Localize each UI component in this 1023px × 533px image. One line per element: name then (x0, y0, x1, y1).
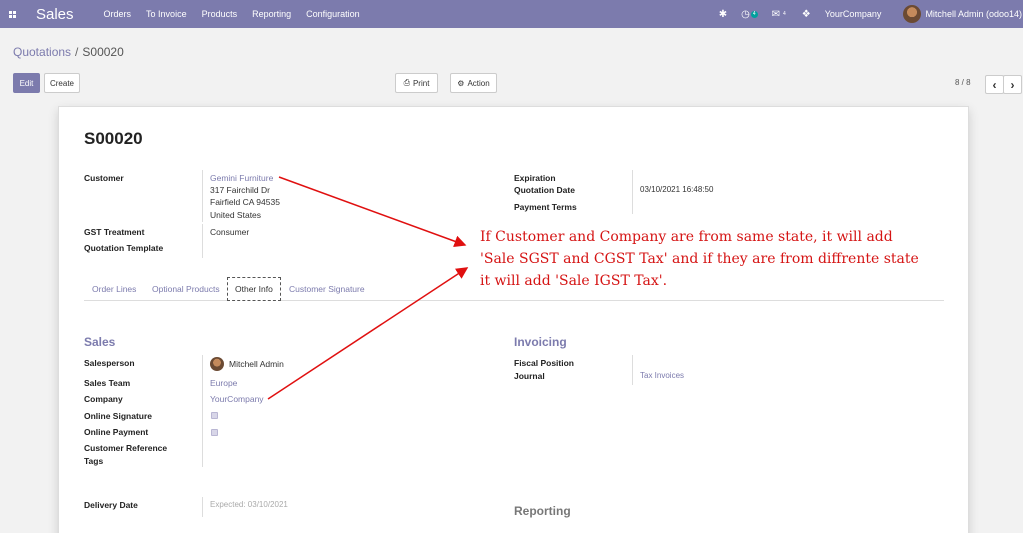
form-sheet: S00020 Customer Gemini Furniture 317 Fai… (58, 106, 969, 533)
annotation-text: If Customer and Company are from same st… (480, 226, 919, 292)
sales-team-label: Sales Team (84, 378, 131, 388)
sales-section-title: Sales (84, 335, 116, 349)
salesperson-avatar (210, 357, 224, 371)
delivery-date-label: Delivery Date (84, 500, 138, 510)
breadcrumb: Quotations / S00020 (13, 45, 124, 59)
gift-icon[interactable]: ❖ (802, 9, 811, 20)
quotation-date-value: 03/10/2021 16:48:50 (640, 185, 714, 194)
print-button[interactable]: ⎙ Print (395, 73, 438, 93)
salesperson-label: Salesperson (84, 358, 135, 368)
apps-menu-icon[interactable] (1, 0, 23, 28)
online-signature-label: Online Signature (84, 411, 153, 421)
payment-terms-label: Payment Terms (514, 202, 577, 212)
pager-value[interactable]: 8 / 8 (955, 78, 971, 87)
message-count-badge: 4 (782, 10, 786, 17)
fiscal-position-label: Fiscal Position (514, 358, 574, 368)
invoicing-section-title: Invoicing (514, 335, 567, 349)
tab-other-info[interactable]: Other Info (227, 277, 281, 301)
quotation-date-label: Quotation Date (514, 185, 575, 195)
field-divider (632, 355, 633, 385)
journal-link[interactable]: Tax Invoices (640, 371, 684, 380)
menu-configuration[interactable]: Configuration (306, 9, 360, 19)
menu-to-invoice[interactable]: To Invoice (146, 9, 187, 19)
customer-address-line: United States (210, 210, 262, 220)
field-divider (202, 355, 203, 467)
app-brand[interactable]: Sales (36, 6, 74, 23)
tab-order-lines[interactable]: Order Lines (92, 284, 136, 294)
print-label: Print (412, 78, 430, 88)
tags-label: Tags (84, 456, 104, 466)
gst-treatment-label: GST Treatment (84, 227, 145, 237)
menu-reporting[interactable]: Reporting (252, 9, 291, 19)
record-title: S00020 (84, 129, 143, 148)
pager-previous-button[interactable]: ‹ (985, 75, 1004, 94)
salesperson-field[interactable]: Mitchell Admin (210, 357, 284, 371)
edit-button[interactable]: Edit (13, 73, 40, 93)
menu-products[interactable]: Products (202, 9, 238, 19)
field-divider (202, 224, 203, 258)
delivery-date-value: Expected: 03/10/2021 (210, 500, 288, 509)
tab-customer-signature[interactable]: Customer Signature (289, 284, 365, 294)
expiration-label: Expiration (514, 173, 556, 183)
top-navbar: Sales Orders To Invoice Products Reporti… (0, 0, 1023, 28)
customer-reference-label: Customer Reference (84, 443, 168, 453)
field-divider (202, 170, 203, 222)
online-payment-checkbox[interactable] (211, 429, 218, 436)
activities-clock-icon[interactable]: ◷ 4 (741, 9, 758, 20)
company-label: Company (84, 394, 123, 404)
tab-optional-products[interactable]: Optional Products (152, 284, 220, 294)
company-switcher[interactable]: YourCompany (825, 9, 882, 19)
sales-team-link[interactable]: Europe (210, 378, 237, 388)
gear-icon: ⚙ (457, 78, 465, 88)
pager-next-button[interactable]: › (1003, 75, 1022, 94)
activity-count-badge: 4 (750, 10, 758, 18)
annotation-line: 'Sale SGST and CGST Tax' and if they are… (480, 251, 919, 267)
action-label: Action (467, 78, 490, 88)
customer-link[interactable]: Gemini Furniture (210, 173, 273, 183)
create-button[interactable]: Create (44, 73, 80, 93)
quotation-template-label: Quotation Template (84, 243, 164, 253)
tabs-underline (84, 300, 944, 301)
customer-label: Customer (84, 173, 124, 183)
customer-address-line: 317 Fairchild Dr (210, 185, 270, 195)
print-icon: ⎙ (403, 78, 410, 87)
gst-treatment-value: Consumer (210, 227, 250, 237)
reporting-section-title: Reporting (514, 504, 571, 518)
messages-chat-icon[interactable]: ✉ 4 (772, 9, 788, 20)
action-button[interactable]: ⚙ Action (450, 73, 497, 93)
annotation-line: If Customer and Company are from same st… (480, 229, 893, 245)
online-payment-label: Online Payment (84, 427, 149, 437)
user-avatar (903, 5, 922, 23)
user-menu[interactable]: Mitchell Admin (odoo14) (903, 5, 1022, 23)
journal-label: Journal (514, 371, 545, 381)
breadcrumb-quotations[interactable]: Quotations (13, 45, 71, 59)
online-signature-checkbox[interactable] (211, 412, 218, 419)
user-name: Mitchell Admin (odoo14) (925, 9, 1022, 19)
debug-bug-icon[interactable]: ✱ (719, 9, 727, 20)
customer-address-line: Fairfield CA 94535 (210, 197, 280, 207)
breadcrumb-current: S00020 (82, 45, 124, 59)
annotation-line: it will add 'Sale IGST Tax'. (480, 273, 668, 289)
company-link[interactable]: YourCompany (210, 394, 264, 404)
field-divider (632, 170, 633, 214)
menu-orders[interactable]: Orders (104, 9, 132, 19)
breadcrumb-separator: / (75, 45, 79, 59)
field-divider (202, 497, 203, 517)
salesperson-value: Mitchell Admin (229, 359, 284, 369)
